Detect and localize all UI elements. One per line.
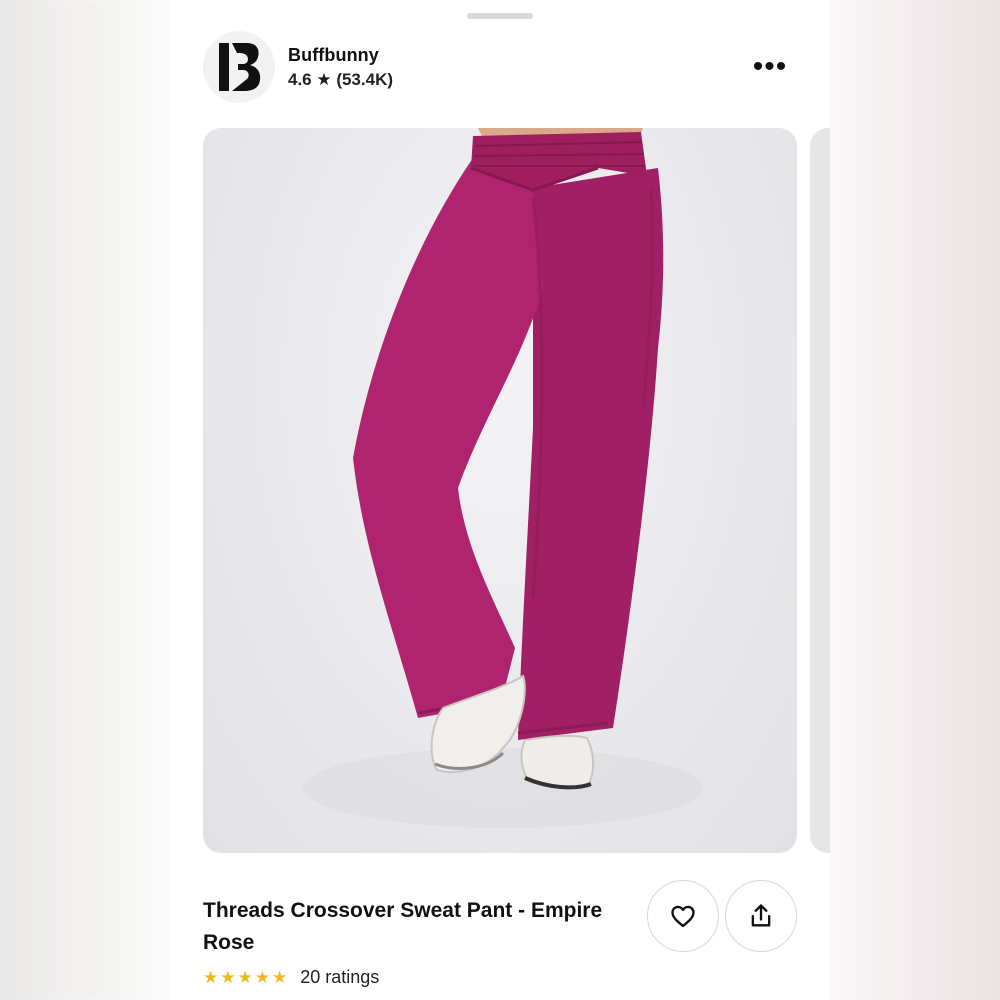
more-options-button[interactable]: •••	[745, 52, 795, 82]
save-button[interactable]	[647, 880, 719, 952]
next-image-peek[interactable]	[810, 128, 830, 853]
brand-logo-icon	[219, 43, 261, 91]
background-left	[0, 0, 170, 1000]
background-right	[830, 0, 1000, 1000]
sheet-grabber[interactable]	[467, 13, 533, 19]
pants-illustration	[303, 128, 703, 828]
star-rating: ★ ★ ★ ★ ★	[203, 969, 287, 986]
brand-name[interactable]: Buffbunny	[288, 45, 379, 66]
star-icon: ★	[272, 967, 288, 987]
heart-icon	[671, 905, 695, 928]
brand-rating: 4.6 ★ (53.4K)	[288, 70, 394, 89]
star-icon: ★	[203, 967, 219, 987]
star-icon: ★	[237, 967, 253, 987]
product-sheet: Buffbunny 4.6 ★ (53.4K) ••• Threads Cros…	[170, 0, 830, 1000]
product-rating[interactable]: ★ ★ ★ ★ ★ 20 ratings	[203, 965, 379, 989]
star-icon: ★	[220, 967, 236, 987]
product-image[interactable]	[203, 128, 797, 853]
share-button[interactable]	[725, 880, 797, 952]
brand-avatar[interactable]	[203, 31, 275, 103]
product-title[interactable]: Threads Crossover Sweat Pant - Empire Ro…	[203, 895, 633, 959]
share-icon	[751, 904, 771, 927]
star-icon: ★	[254, 967, 270, 987]
ratings-count: 20 ratings	[300, 966, 380, 987]
